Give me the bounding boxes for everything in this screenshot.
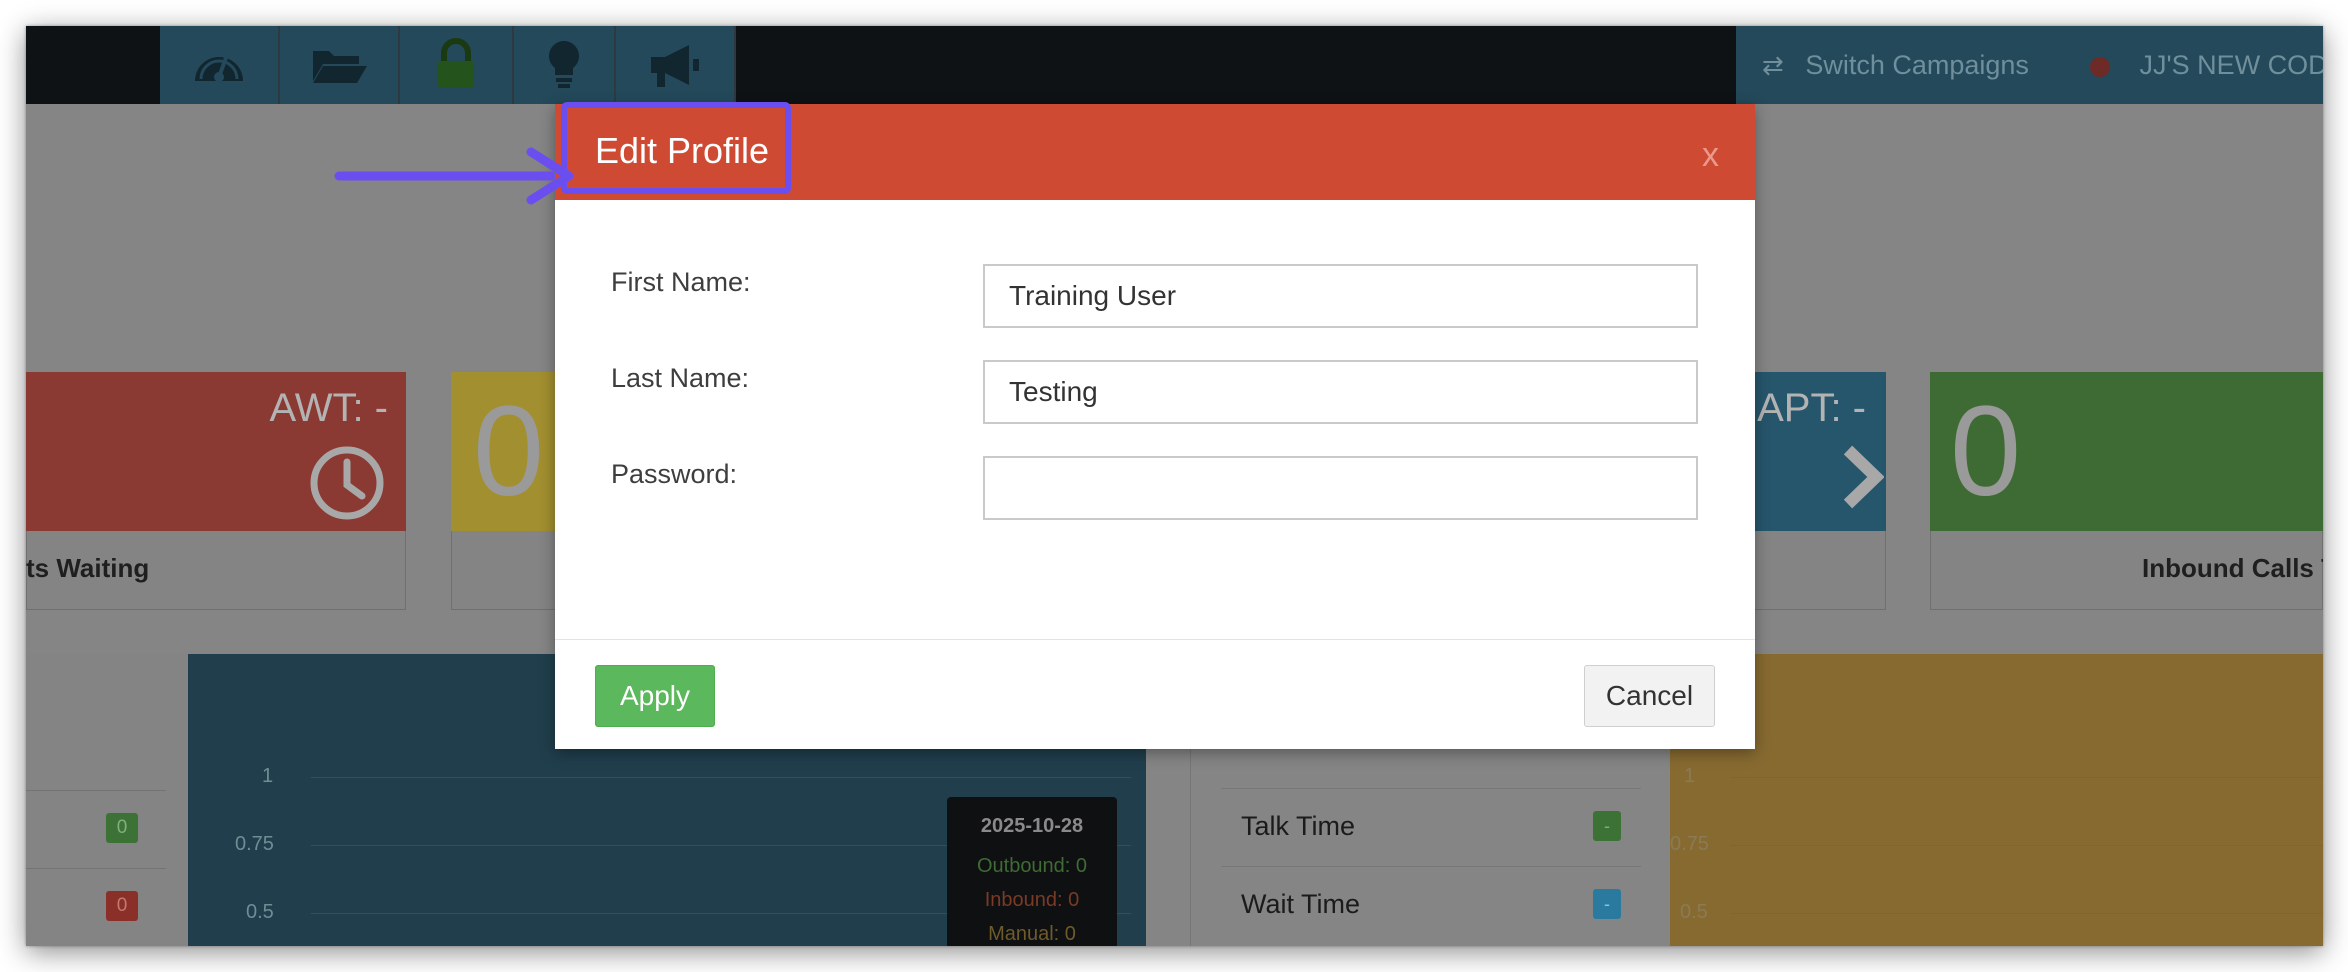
last-name-label: Last Name: xyxy=(611,363,750,393)
tooltip-manual: Manual: 0 xyxy=(988,923,1076,945)
campaign-name: JJ'S NEW CODE xyxy=(2139,50,2323,80)
gridline xyxy=(1730,913,2323,914)
stat-badge: - xyxy=(1593,811,1621,841)
megaphone-icon xyxy=(651,45,699,87)
lock-icon xyxy=(438,38,474,87)
axis-tick: 0.75 xyxy=(1670,833,1709,855)
tooltip-outbound: Outbound: 0 xyxy=(976,855,1088,877)
stat-badge: - xyxy=(1593,889,1621,919)
axis-tick: 0.75 xyxy=(235,833,274,855)
tooltip-date: 2025-10-28 xyxy=(980,815,1084,837)
gridline xyxy=(311,777,1131,778)
switch-campaigns-label: Switch Campaigns xyxy=(1805,50,2029,80)
stat-label: Talk Time xyxy=(1241,811,1356,841)
left-badge-red: 0 xyxy=(106,891,138,921)
awt-tile-label: ts Waiting xyxy=(26,553,150,583)
first-name-field[interactable] xyxy=(983,264,1698,328)
edit-profile-modal: Edit Profile x First Name: Last Name: Pa… xyxy=(555,102,1755,750)
chart-tooltip: 2025-10-28 Outbound: 0 Inbound: 0 Manual… xyxy=(947,797,1117,946)
axis-tick: 1 xyxy=(262,765,274,787)
calls-tile-number: 0 xyxy=(473,380,545,523)
axis-tick: 0.5 xyxy=(1680,901,1708,923)
close-icon[interactable]: x xyxy=(1702,138,1719,172)
nav-announcements[interactable] xyxy=(616,26,736,104)
gridline xyxy=(1730,845,2323,846)
lightbulb-icon xyxy=(549,41,579,88)
calls-tile: 0 xyxy=(451,372,561,610)
first-name-label: First Name: xyxy=(611,267,751,297)
inbound-tile: 0 Inbound Calls T xyxy=(1930,372,2323,610)
switch-campaigns-link[interactable]: ⇄ Switch Campaigns xyxy=(1762,48,2029,82)
calls-tile-footer xyxy=(451,531,561,610)
apt-tile: APT: - xyxy=(1746,372,1886,610)
stat-label: Wait Time xyxy=(1241,889,1361,919)
title-highlight-box xyxy=(561,102,791,194)
orange-chart-panel: 1 0.75 0.5 xyxy=(1670,654,2323,946)
nav-ideas[interactable] xyxy=(514,26,616,104)
apply-button[interactable]: Apply xyxy=(595,665,715,727)
nav-lock[interactable] xyxy=(400,26,514,104)
left-badge-green: 0 xyxy=(106,813,138,843)
annotation-arrow-icon xyxy=(334,147,574,205)
nav-dashboard[interactable] xyxy=(160,26,280,104)
inbound-tile-number: 0 xyxy=(1950,380,2022,523)
awt-tile: AWT: - ts Waiting xyxy=(26,372,406,610)
nav-files[interactable] xyxy=(280,26,400,104)
campaign-menu[interactable]: JJ'S NEW CODE xyxy=(2090,48,2323,82)
apt-tile-head: APT: - xyxy=(1757,386,1866,430)
awt-tile-head: AWT: - xyxy=(269,386,389,430)
axis-tick: 1 xyxy=(1684,765,1696,787)
left-list-divider xyxy=(26,868,166,869)
stat-row-wait-time: Wait Time - xyxy=(1221,866,1641,944)
stat-row-talk-time: Talk Time - xyxy=(1221,788,1641,866)
cancel-button[interactable]: Cancel xyxy=(1584,665,1715,727)
folder-open-icon xyxy=(313,51,367,83)
apt-tile-footer xyxy=(1746,531,1886,610)
last-name-field[interactable] xyxy=(983,360,1698,424)
left-list-divider xyxy=(26,790,166,791)
tooltip-inbound: Inbound: 0 xyxy=(984,889,1080,911)
chevron-right-icon xyxy=(1843,445,1884,509)
campaign-status-icon xyxy=(2090,56,2110,77)
clock-icon xyxy=(310,446,384,520)
modal-header: Edit Profile x xyxy=(555,102,1755,200)
dashboard-gauge-icon xyxy=(195,54,243,82)
shuffle-icon: ⇄ xyxy=(1762,50,1784,80)
app-screenshot: ⇄ Switch Campaigns JJ'S NEW CODE AWT: - … xyxy=(26,26,2323,946)
password-field[interactable] xyxy=(983,456,1698,520)
inbound-tile-label: Inbound Calls T xyxy=(2142,553,2323,583)
password-label: Password: xyxy=(611,459,738,489)
modal-footer: Apply Cancel xyxy=(555,639,1755,750)
axis-tick: 0.5 xyxy=(246,901,274,923)
gridline xyxy=(1730,777,2323,778)
